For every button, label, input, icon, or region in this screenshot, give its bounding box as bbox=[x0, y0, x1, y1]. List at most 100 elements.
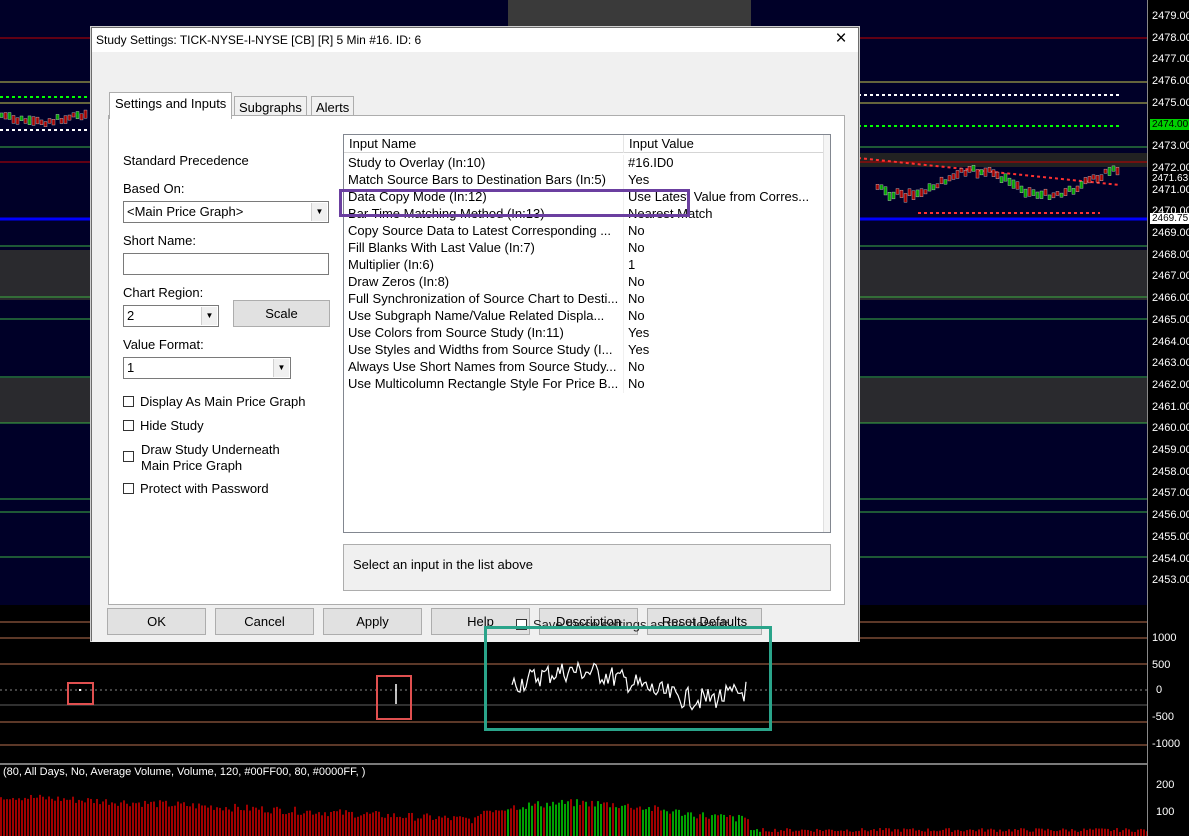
input-value-cell[interactable]: No bbox=[624, 291, 825, 308]
input-value-cell[interactable]: No bbox=[624, 223, 825, 240]
volume-bar bbox=[696, 818, 698, 836]
volume-bar bbox=[411, 812, 413, 836]
input-name-cell[interactable]: Use Multicolumn Rectangle Style For Pric… bbox=[344, 376, 624, 393]
input-row[interactable]: Use Colors from Source Study (In:11) Yes bbox=[344, 325, 825, 342]
scale-button[interactable]: Scale bbox=[233, 300, 330, 327]
hide-study-checkbox[interactable]: Hide Study bbox=[123, 418, 204, 433]
checkbox-box[interactable] bbox=[123, 483, 134, 494]
input-name-cell[interactable]: Use Styles and Widths from Source Study … bbox=[344, 342, 624, 359]
volume-bar bbox=[630, 807, 632, 836]
input-name-cell[interactable]: Use Subgraph Name/Value Related Displa..… bbox=[344, 308, 624, 325]
input-row[interactable]: Multiplier (In:6) 1 bbox=[344, 257, 825, 274]
close-icon[interactable]: × bbox=[830, 29, 852, 51]
volume-bar bbox=[999, 829, 1001, 836]
input-row[interactable]: Draw Zeros (In:8) No bbox=[344, 274, 825, 291]
input-name-cell[interactable]: Copy Source Data to Latest Corresponding… bbox=[344, 223, 624, 240]
display-as-main-price-graph-checkbox[interactable]: Display As Main Price Graph bbox=[123, 394, 305, 409]
input-name-cell[interactable]: Fill Blanks With Last Value (In:7) bbox=[344, 240, 624, 257]
volume-bar bbox=[291, 812, 293, 836]
volume-bar bbox=[957, 829, 959, 836]
volume-bar bbox=[939, 830, 941, 836]
input-row[interactable]: Full Synchronization of Source Chart to … bbox=[344, 291, 825, 308]
volume-bar bbox=[138, 802, 140, 836]
volume-bar bbox=[504, 810, 506, 836]
short-name-input[interactable] bbox=[123, 253, 329, 275]
grid-scrollbar[interactable] bbox=[823, 135, 830, 532]
chevron-down-icon[interactable]: ▼ bbox=[201, 307, 217, 325]
price-bar bbox=[1083, 177, 1088, 185]
volume-bar bbox=[378, 811, 380, 836]
tick-axis-label: 0 bbox=[1156, 684, 1163, 696]
volume-bar bbox=[498, 810, 500, 836]
volume-bar bbox=[1119, 831, 1121, 836]
volume-bar bbox=[900, 831, 902, 836]
checkbox-box[interactable] bbox=[123, 396, 134, 407]
protect-with-password-checkbox[interactable]: Protect with Password bbox=[123, 481, 269, 496]
price-bar bbox=[983, 167, 988, 177]
input-row[interactable]: Fill Blanks With Last Value (In:7) No bbox=[344, 240, 825, 257]
input-value-cell[interactable]: No bbox=[624, 274, 825, 291]
volume-bar bbox=[618, 808, 620, 836]
input-name-cell[interactable]: Always Use Short Names from Source Study… bbox=[344, 359, 624, 376]
input-value-cell[interactable]: Yes bbox=[624, 172, 825, 189]
input-row[interactable]: Use Subgraph Name/Value Related Displa..… bbox=[344, 308, 825, 325]
input-value-cell[interactable]: No bbox=[624, 308, 825, 325]
chart-region-select[interactable]: 2 ▼ bbox=[123, 305, 219, 327]
volume-bar bbox=[951, 831, 953, 836]
column-header-input-value[interactable]: Input Value bbox=[624, 135, 825, 153]
volume-bar bbox=[879, 828, 881, 836]
input-value-cell[interactable]: #16.ID0 bbox=[624, 155, 825, 172]
volume-bar bbox=[642, 809, 644, 836]
volume-bar bbox=[450, 820, 452, 836]
input-name-cell[interactable]: Full Synchronization of Source Chart to … bbox=[344, 291, 624, 308]
input-name-cell[interactable]: Draw Zeros (In:8) bbox=[344, 274, 624, 291]
input-name-cell[interactable]: Use Colors from Source Study (In:11) bbox=[344, 325, 624, 342]
input-row[interactable]: Copy Source Data to Latest Corresponding… bbox=[344, 223, 825, 240]
input-name-cell[interactable]: Study to Overlay (In:10) bbox=[344, 155, 624, 172]
based-on-select[interactable]: <Main Price Graph> ▼ bbox=[123, 201, 329, 223]
input-name-cell[interactable]: Match Source Bars to Destination Bars (I… bbox=[344, 172, 624, 189]
input-row[interactable]: Always Use Short Names from Source Study… bbox=[344, 359, 825, 376]
dialog-titlebar[interactable]: Study Settings: TICK-NYSE-I-NYSE [CB] [R… bbox=[92, 28, 858, 52]
volume-bar bbox=[438, 816, 440, 836]
input-value-cell[interactable]: Yes bbox=[624, 342, 825, 359]
ok-button[interactable]: OK bbox=[107, 608, 206, 635]
volume-bar bbox=[744, 817, 746, 836]
input-value-cell[interactable]: No bbox=[624, 359, 825, 376]
input-row[interactable]: Study to Overlay (In:10) #16.ID0 bbox=[344, 155, 825, 172]
input-row[interactable]: Use Styles and Widths from Source Study … bbox=[344, 342, 825, 359]
volume-bar bbox=[285, 814, 287, 836]
volume-bar bbox=[648, 807, 650, 836]
input-value-cell[interactable]: No bbox=[624, 376, 825, 393]
checkbox-box[interactable] bbox=[123, 451, 134, 462]
volume-bar bbox=[534, 803, 536, 836]
volume-bar bbox=[621, 805, 623, 836]
column-header-input-name[interactable]: Input Name bbox=[344, 135, 624, 153]
price-bar bbox=[907, 188, 912, 196]
tab-settings-and-inputs[interactable]: Settings and Inputs bbox=[109, 92, 233, 119]
input-row[interactable]: Use Multicolumn Rectangle Style For Pric… bbox=[344, 376, 825, 393]
price-axis-label: 2454.00 bbox=[1152, 552, 1189, 565]
checkbox-box[interactable] bbox=[123, 420, 134, 431]
apply-button[interactable]: Apply bbox=[323, 608, 422, 635]
input-name-cell[interactable]: Multiplier (In:6) bbox=[344, 257, 624, 274]
input-row[interactable]: Match Source Bars to Destination Bars (I… bbox=[344, 172, 825, 189]
volume-bar bbox=[426, 813, 428, 836]
chevron-down-icon[interactable]: ▼ bbox=[273, 359, 289, 377]
cancel-button[interactable]: Cancel bbox=[215, 608, 314, 635]
input-value-cell[interactable]: 1 bbox=[624, 257, 825, 274]
input-value-cell[interactable]: No bbox=[624, 240, 825, 257]
price-bar bbox=[931, 184, 936, 191]
volume-bar bbox=[564, 803, 566, 836]
volume-bar bbox=[336, 811, 338, 836]
volume-bar bbox=[408, 813, 410, 836]
checkbox-label: Draw Study Underneath Main Price Graph bbox=[141, 442, 280, 473]
volume-bar bbox=[306, 810, 308, 836]
volume-bar bbox=[1107, 828, 1109, 836]
value-format-select[interactable]: 1 ▼ bbox=[123, 357, 291, 379]
price-bar bbox=[27, 115, 32, 125]
input-value-cell[interactable]: Yes bbox=[624, 325, 825, 342]
price-bar bbox=[7, 112, 12, 120]
chevron-down-icon[interactable]: ▼ bbox=[311, 203, 327, 221]
volume-bar bbox=[249, 810, 251, 836]
